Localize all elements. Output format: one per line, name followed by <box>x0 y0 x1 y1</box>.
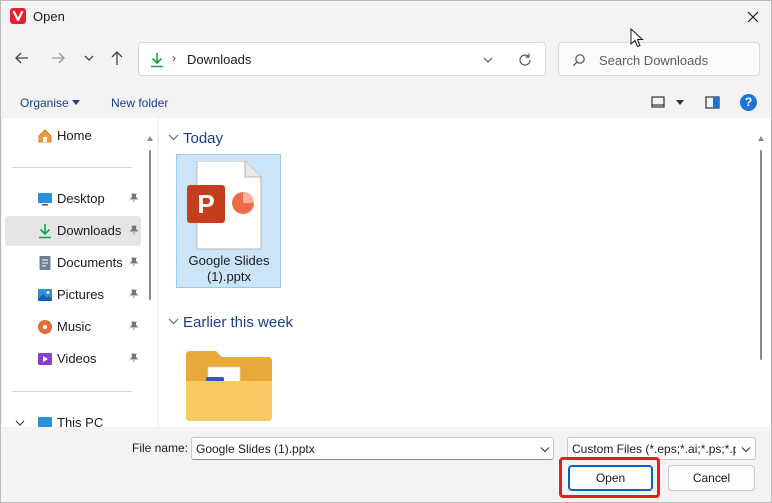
file-list-scrollbar[interactable] <box>756 128 766 427</box>
sidebar-item-music[interactable]: Music <box>5 312 141 342</box>
preview-pane-icon[interactable] <box>705 96 720 109</box>
file-item[interactable]: P Google Slides (1).pptx <box>176 154 281 288</box>
navigation-pane: Home Desktop Downloads Documents Picture… <box>2 118 157 427</box>
close-icon <box>747 11 759 23</box>
forward-arrow-icon <box>52 52 65 64</box>
chevron-down-icon[interactable] <box>482 54 494 66</box>
pin-icon[interactable] <box>129 257 139 267</box>
file-name-label: Google Slides (1).pptx <box>188 253 270 284</box>
document-icon <box>39 256 51 270</box>
sidebar-item-videos[interactable]: Videos <box>5 344 141 374</box>
breadcrumb-separator: › <box>172 51 176 65</box>
sidebar-item-documents[interactable]: Documents <box>5 248 141 278</box>
video-icon <box>38 353 52 365</box>
close-button[interactable] <box>743 7 763 27</box>
up-button[interactable] <box>106 47 128 69</box>
new-folder-button[interactable]: New folder <box>111 96 168 110</box>
search-box[interactable] <box>558 42 760 76</box>
sidebar-item-label: Documents <box>57 255 123 270</box>
breadcrumb-downloads[interactable]: Downloads <box>187 52 251 67</box>
sidebar-divider <box>12 391 132 392</box>
computer-icon <box>38 417 52 427</box>
pictures-icon <box>38 289 52 301</box>
sidebar-item-label: Pictures <box>57 287 104 302</box>
sidebar-divider <box>12 167 132 168</box>
scroll-up-icon[interactable] <box>147 136 153 141</box>
sidebar-item-downloads[interactable]: Downloads <box>5 216 141 246</box>
up-arrow-icon <box>111 51 123 65</box>
sidebar-item-label: Music <box>57 319 91 334</box>
file-name-label: File name: <box>132 441 189 455</box>
word-folder-icon[interactable]: W <box>186 351 272 421</box>
file-list: Today P Google Slides (1).pptx Earlier t… <box>159 118 771 427</box>
sidebar-item-label: Videos <box>57 351 97 366</box>
sidebar-item-label: This PC <box>57 415 104 427</box>
back-arrow-icon <box>15 52 28 64</box>
sidebar-item-this-pc[interactable]: This PC <box>5 408 141 427</box>
chevron-down-icon <box>84 55 94 61</box>
window-title: Open <box>33 9 65 24</box>
chevron-down-icon[interactable] <box>15 419 25 427</box>
music-icon <box>38 320 52 334</box>
pin-icon[interactable] <box>129 193 139 203</box>
sidebar-item-desktop[interactable]: Desktop <box>5 184 141 214</box>
home-icon <box>38 129 52 143</box>
svg-text:P: P <box>197 189 214 219</box>
pin-icon[interactable] <box>129 353 139 363</box>
search-icon <box>573 54 585 66</box>
open-button[interactable]: Open <box>568 465 653 491</box>
sidebar-scroll-thumb[interactable] <box>149 150 151 300</box>
powerpoint-file-icon: P <box>187 161 262 250</box>
download-arrow-icon <box>39 224 51 239</box>
chevron-down-icon[interactable] <box>540 446 550 453</box>
file-name-combobox[interactable] <box>191 437 554 460</box>
pin-icon[interactable] <box>129 289 139 299</box>
search-input[interactable] <box>599 51 749 69</box>
file-type-value: Custom Files (*.eps;*.ai;*.ps;*.pdf) <box>572 442 736 456</box>
title-bar: Open <box>1 1 771 33</box>
sidebar-item-label: Downloads <box>57 223 122 238</box>
group-header-today[interactable]: Today <box>183 130 223 147</box>
desktop-icon <box>38 193 52 206</box>
cancel-button[interactable]: Cancel <box>668 465 755 491</box>
download-arrow-icon <box>151 53 163 68</box>
pin-icon[interactable] <box>129 225 139 235</box>
sidebar-scrollbar[interactable] <box>146 128 153 427</box>
pin-icon[interactable] <box>129 321 139 331</box>
chevron-down-icon[interactable] <box>741 446 751 453</box>
address-bar[interactable]: › Downloads <box>138 42 546 76</box>
mouse-cursor-icon <box>630 28 644 48</box>
caret-down-icon[interactable] <box>676 100 684 106</box>
caret-down-icon[interactable] <box>72 100 80 106</box>
open-file-dialog: Open › Downloads Organise New folder ? <box>0 0 772 503</box>
recent-locations-button[interactable] <box>78 47 100 69</box>
help-button[interactable]: ? <box>740 94 757 111</box>
scroll-up-icon[interactable] <box>758 136 764 141</box>
sidebar-item-pictures[interactable]: Pictures <box>5 280 141 310</box>
view-mode-icon[interactable] <box>651 96 665 109</box>
command-toolbar: Organise New folder ? <box>1 89 771 117</box>
organise-button[interactable]: Organise <box>20 96 69 110</box>
file-name-field[interactable] <box>196 441 526 457</box>
vivaldi-logo-icon <box>10 8 26 24</box>
back-button[interactable] <box>11 47 33 69</box>
sidebar-item-label: Home <box>57 128 92 143</box>
chevron-down-icon[interactable] <box>168 317 179 325</box>
group-header-earlier-this-week[interactable]: Earlier this week <box>183 314 293 331</box>
sidebar-item-label: Desktop <box>57 191 105 206</box>
refresh-icon[interactable] <box>517 52 533 68</box>
forward-button[interactable] <box>47 47 69 69</box>
sidebar-item-home[interactable]: Home <box>5 121 141 151</box>
file-list-scroll-thumb[interactable] <box>760 150 762 360</box>
chevron-down-icon[interactable] <box>168 133 179 141</box>
